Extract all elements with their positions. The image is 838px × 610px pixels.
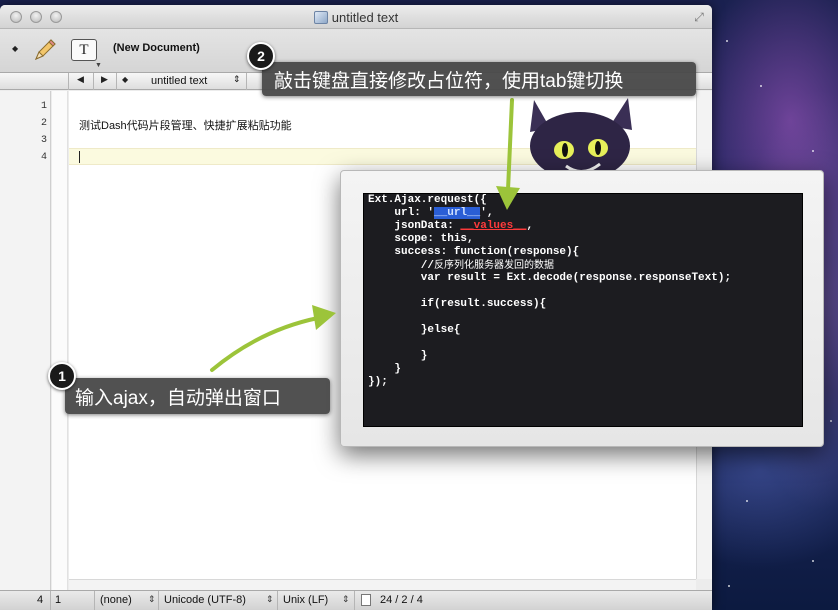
step2-badge: 2	[247, 42, 275, 70]
callout-step1-text: 输入ajax，自动弹出窗口	[75, 388, 281, 409]
arrowhead-step1	[312, 305, 336, 330]
callout-step2: 敲击键盘直接修改占位符，使用tab键切换	[262, 62, 696, 96]
callout-step1: 输入ajax，自动弹出窗口	[65, 378, 330, 414]
callout-step2-text: 敲击键盘直接修改占位符，使用tab键切换	[274, 71, 624, 92]
step1-badge: 1	[48, 362, 76, 390]
arrow-step2	[506, 98, 514, 192]
arrowhead-step2	[496, 186, 520, 210]
arrow-step1	[210, 316, 320, 372]
